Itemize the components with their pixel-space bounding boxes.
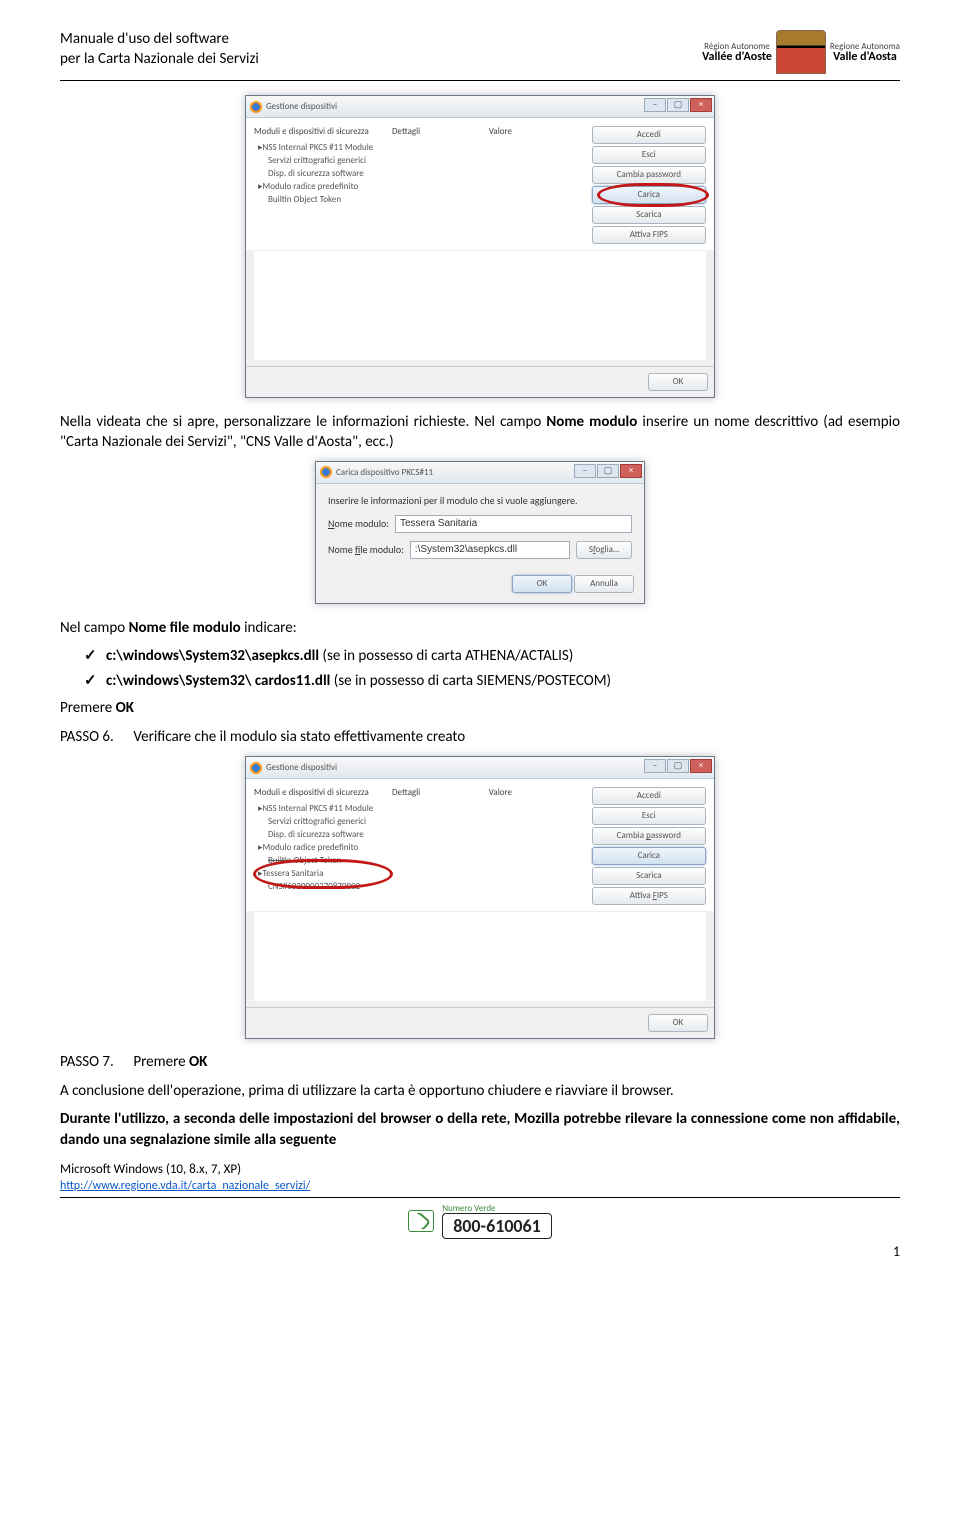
carica-button[interactable]: Carica — [592, 847, 706, 865]
nome-modulo-input[interactable] — [395, 515, 632, 533]
accedi-button[interactable]: Accedi — [592, 126, 706, 144]
press-ok-1: Premere OK — [60, 698, 900, 718]
nome-file-modulo-label: Nome file modulo: — [328, 543, 404, 556]
nome-modulo-label: Nome modulo: — [328, 517, 389, 530]
ok-button[interactable]: OK — [512, 575, 572, 593]
screenshot-device-manager-carica: Gestione dispositivi – ▢ × Moduli e disp… — [245, 95, 715, 398]
annulla-button[interactable]: Annulla — [574, 575, 634, 593]
phone-icon — [408, 1210, 434, 1232]
step-6: PASSO 6. Verificare che il modulo sia st… — [60, 728, 900, 746]
scarica-button[interactable]: Scarica — [592, 206, 706, 224]
footer-url[interactable]: http://www.regione.vda.it/carta_nazional… — [60, 1179, 900, 1193]
maximize-button[interactable]: ▢ — [597, 464, 619, 478]
modules-column-header: Moduli e dispositivi di sicurezza — [254, 126, 386, 141]
close-button[interactable]: × — [690, 98, 712, 112]
hotline-label: Numero Verde — [442, 1204, 552, 1213]
paragraph-conclusion: A conclusione dell'operazione, prima di … — [60, 1081, 900, 1101]
minimize-button[interactable]: – — [574, 464, 596, 478]
paragraph-nome-file-modulo: Nel campo Nome file modulo indicare: — [60, 618, 900, 638]
maximize-button[interactable]: ▢ — [667, 98, 689, 112]
window-title-text: Gestione dispositivi — [266, 762, 337, 773]
details-column-header: Dettagli — [392, 126, 489, 141]
cambia-password-button[interactable]: Cambia password — [592, 166, 706, 184]
modules-tree[interactable]: ▸NSS Internal PKCS #11 Module Servizi cr… — [254, 141, 386, 206]
page-number: 1 — [60, 1243, 900, 1260]
firefox-icon — [250, 762, 262, 774]
attiva-fips-button[interactable]: Attiva FIPS — [592, 887, 706, 905]
nome-file-modulo-input[interactable] — [410, 541, 570, 559]
page-footer: Microsoft Windows (10, 8.x, 7, XP) http:… — [60, 1162, 900, 1260]
step-7: PASSO 7. Premere OK — [60, 1053, 900, 1071]
region-label-fr: Région Autonome Vallée d'Aoste — [702, 42, 772, 63]
accedi-button[interactable]: Accedi — [592, 787, 706, 805]
region-label-it: Regione Autonoma Valle d'Aosta — [830, 42, 900, 63]
window-titlebar[interactable]: Carica dispositivo PKCS#11 – ▢ × — [316, 462, 644, 484]
list-item-asepkcs: c:\windows\System32\asepkcs.dll (se in p… — [84, 646, 900, 665]
pkcs-prompt-text: Inserire le informazioni per il modulo c… — [328, 494, 632, 507]
footer-os: Microsoft Windows (10, 8.x, 7, XP) — [60, 1162, 241, 1177]
logos: Région Autonome Vallée d'Aoste Regione A… — [702, 30, 900, 74]
hotline-number: 800-610061 — [442, 1213, 552, 1239]
modules-column-header: Moduli e dispositivi di sicurezza — [254, 787, 386, 802]
firefox-icon — [250, 101, 262, 113]
esci-button[interactable]: Esci — [592, 146, 706, 164]
cambia-password-button[interactable]: Cambia password — [592, 827, 706, 845]
sfoglia-button[interactable]: Sfoglia… — [576, 541, 632, 559]
dll-list: c:\windows\System32\asepkcs.dll (se in p… — [60, 646, 900, 690]
close-button[interactable]: × — [620, 464, 642, 478]
paragraph-instructions-nome-modulo: Nella videata che si apre, personalizzar… — [60, 412, 900, 453]
esci-button[interactable]: Esci — [592, 807, 706, 825]
list-item-cardos11: c:\windows\System32\ cardos11.dll (se in… — [84, 671, 900, 690]
scarica-button[interactable]: Scarica — [592, 867, 706, 885]
minimize-button[interactable]: – — [644, 759, 666, 773]
paragraph-warning: Durante l'utilizzo, a seconda delle impo… — [60, 1109, 900, 1150]
screenshot-pkcs11-dialog: Carica dispositivo PKCS#11 – ▢ × Inserir… — [315, 461, 645, 604]
attiva-fips-button[interactable]: Attiva FIPS — [592, 226, 706, 244]
minimize-button[interactable]: – — [644, 98, 666, 112]
firefox-icon — [320, 466, 332, 478]
coat-of-arms-icon — [776, 30, 826, 74]
close-button[interactable]: × — [690, 759, 712, 773]
window-titlebar[interactable]: Gestione dispositivi – ▢ × — [246, 757, 714, 779]
ok-button[interactable]: OK — [648, 1014, 708, 1032]
details-column-header: Dettagli — [392, 787, 489, 802]
ok-button[interactable]: OK — [648, 373, 708, 391]
modules-tree[interactable]: ▸NSS Internal PKCS #11 Module Servizi cr… — [254, 802, 386, 893]
doc-title-block: Manuale d'uso del software per la Carta … — [60, 30, 259, 69]
window-titlebar[interactable]: Gestione dispositivi – ▢ × — [246, 96, 714, 118]
document-header: Manuale d'uso del software per la Carta … — [60, 30, 900, 81]
maximize-button[interactable]: ▢ — [667, 759, 689, 773]
title-line-1: Manuale d'uso del software — [60, 30, 259, 50]
value-column-header: Valore — [489, 787, 586, 802]
screenshot-device-manager-tessera: Gestione dispositivi – ▢ × Moduli e disp… — [245, 756, 715, 1039]
window-title-text: Gestione dispositivi — [266, 101, 337, 112]
window-title-text: Carica dispositivo PKCS#11 — [336, 467, 433, 478]
carica-button[interactable]: Carica — [592, 186, 706, 204]
title-line-2: per la Carta Nazionale dei Servizi — [60, 50, 259, 70]
value-column-header: Valore — [489, 126, 586, 141]
